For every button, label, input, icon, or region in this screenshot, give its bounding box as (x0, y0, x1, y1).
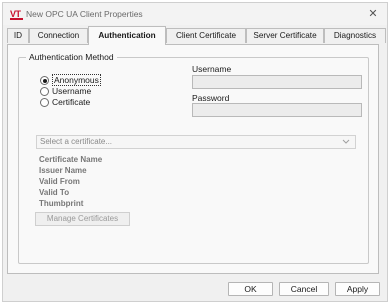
close-icon[interactable]: ✕ (365, 6, 381, 22)
certificate-select[interactable]: Select a certificate... (36, 135, 356, 149)
radio-button[interactable] (40, 98, 49, 107)
password-field[interactable] (192, 103, 362, 117)
tab-diagnostics[interactable]: Diagnostics (324, 28, 386, 43)
cancel-button[interactable]: Cancel (279, 282, 329, 296)
tab-server-certificate[interactable]: Server Certificate (246, 28, 324, 43)
logo-underline (10, 18, 23, 20)
issuer-name-label: Issuer Name (39, 166, 87, 175)
certificate-select-placeholder: Select a certificate... (40, 137, 113, 146)
certificate-name-label: Certificate Name (39, 155, 103, 164)
title-bar[interactable]: VT New OPC UA Client Properties ✕ (3, 3, 387, 25)
window-title: New OPC UA Client Properties (26, 9, 143, 19)
ok-button[interactable]: OK (228, 282, 273, 296)
valid-to-label: Valid To (39, 188, 70, 197)
radio-selected-dot (42, 78, 47, 83)
apply-button[interactable]: Apply (335, 282, 380, 296)
group-title: Authentication Method (26, 52, 117, 62)
username-label: Username (192, 64, 232, 74)
manage-certificates-button[interactable]: Manage Certificates (35, 212, 130, 226)
password-label: Password (192, 93, 230, 103)
tab-connection[interactable]: Connection (29, 28, 88, 43)
chevron-down-icon (342, 136, 350, 152)
valid-from-label: Valid From (39, 177, 80, 186)
radio-label-anonymous: Anonymous (52, 74, 101, 86)
username-field[interactable] (192, 75, 362, 89)
radio-label-username: Username (52, 86, 92, 96)
radio-label-certificate: Certificate (52, 97, 91, 107)
tab-authentication[interactable]: Authentication (88, 26, 166, 45)
radio-button[interactable] (40, 87, 49, 96)
vt-logo-icon: VT (10, 9, 24, 20)
radio-button[interactable] (40, 76, 49, 85)
thumbprint-label: Thumbprint (39, 199, 84, 208)
tab-client-certificate[interactable]: Client Certificate (166, 28, 246, 43)
tab-id[interactable]: ID (7, 28, 29, 43)
